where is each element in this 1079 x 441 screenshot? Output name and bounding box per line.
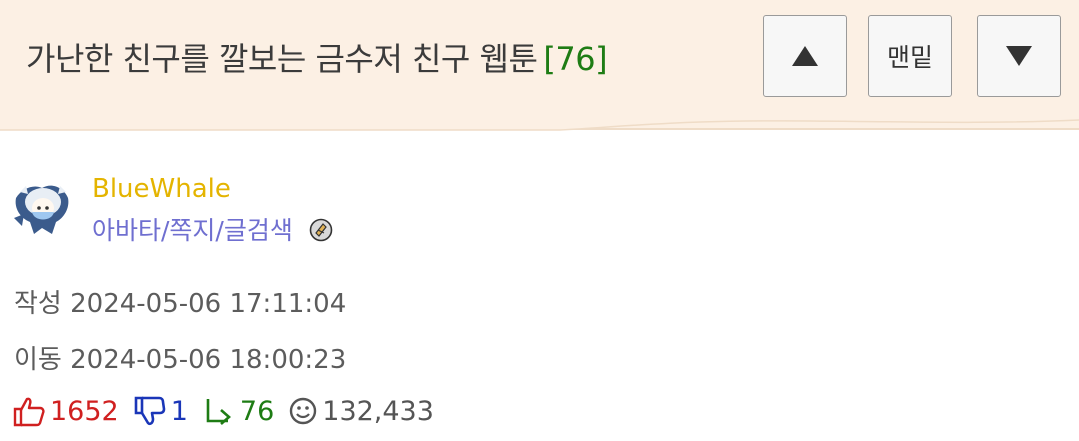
post-title: 가난한 친구를 깔보는 금수저 친구 웹툰 [76] <box>26 34 608 80</box>
thumbs-up-icon <box>13 397 45 427</box>
author-links: 아바타/쪽지/글검색 <box>92 211 333 247</box>
author-username[interactable]: BlueWhale <box>92 174 231 204</box>
moved-timestamp: 이동 2024-05-06 18:00:23 <box>14 345 347 375</box>
triangle-up-icon <box>792 46 818 66</box>
smiley-view-icon <box>290 397 317 425</box>
view-stat: 132,433 <box>288 396 434 427</box>
reply-arrow-icon <box>206 399 231 425</box>
post-stats: 1652 1 76 132,433 <box>12 395 448 427</box>
view-count: 132,433 <box>322 395 434 427</box>
thumbs-down-icon <box>134 396 166 426</box>
post-title-text: 가난한 친구를 깔보는 금수저 친구 웹툰 <box>26 40 538 78</box>
level-badge-icon <box>309 218 333 242</box>
post-header: 가난한 친구를 깔보는 금수저 친구 웹툰 [76] 맨밑 <box>0 0 1079 130</box>
scroll-bottom-button[interactable]: 맨밑 <box>868 15 952 97</box>
upvote-stat[interactable]: 1652 <box>12 395 119 427</box>
author-links-text[interactable]: 아바타/쪽지/글검색 <box>92 216 293 245</box>
downvote-count: 1 <box>170 395 188 427</box>
upvote-count: 1652 <box>50 395 119 427</box>
whale-hood-avatar-icon[interactable] <box>12 178 74 240</box>
reply-stat[interactable]: 76 <box>202 395 274 427</box>
triangle-down-icon <box>1006 46 1032 66</box>
scroll-down-button[interactable] <box>977 15 1061 97</box>
header-wave-divider <box>0 118 1079 131</box>
reply-count: 76 <box>239 395 275 427</box>
scroll-up-button[interactable] <box>763 15 847 97</box>
created-timestamp: 작성 2024-05-06 17:11:04 <box>14 289 347 319</box>
downvote-stat[interactable]: 1 <box>133 395 188 427</box>
comment-count[interactable]: [76] <box>543 40 607 78</box>
